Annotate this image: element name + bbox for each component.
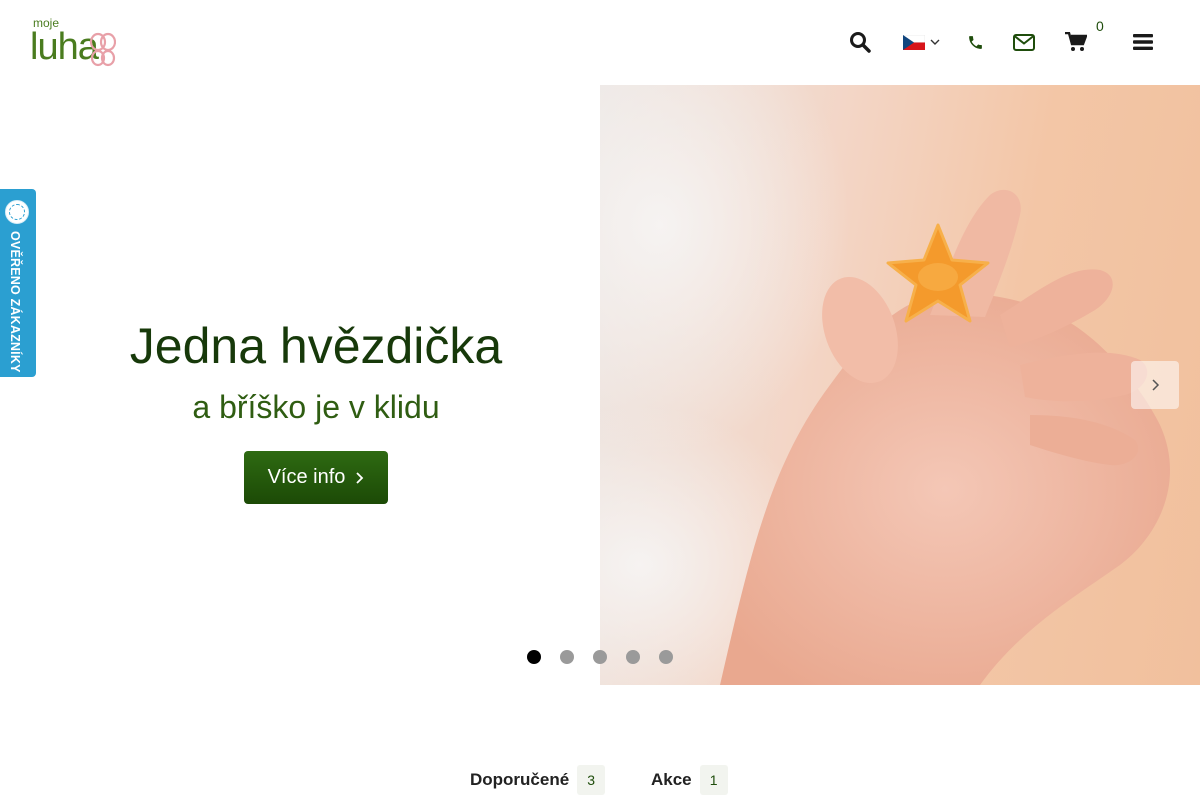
chevron-right-icon [1152,379,1160,391]
czech-flag-icon [903,34,925,50]
tab-count: 3 [577,765,606,795]
phone-button[interactable] [964,30,986,54]
chevron-down-icon [930,39,940,45]
tab-sale[interactable]: Akce 1 [651,765,728,795]
chevron-right-icon [356,471,364,484]
slider-dot[interactable] [626,650,640,664]
hamburger-menu-icon [1133,34,1153,50]
tab-recommended[interactable]: Doporučené 3 [470,765,606,795]
hero-image [600,85,1200,685]
cart-button[interactable] [1063,30,1089,54]
more-info-button-label: Více info [267,466,346,488]
tab-count: 1 [699,765,728,795]
phone-icon [968,35,982,49]
search-button[interactable] [848,30,872,54]
cart-icon [1065,32,1087,51]
hero-slider: Jedna hvězdička a bříško je v klidu Více… [0,85,1200,685]
tab-label: Doporučené [470,770,570,789]
search-icon [850,32,871,53]
verified-customers-badge[interactable]: OVĚŘENO ZÁKAZNÍKY [0,189,36,377]
email-button[interactable] [1012,30,1036,54]
slider-pagination [527,650,673,664]
slider-dot[interactable] [527,650,541,664]
menu-button[interactable] [1132,30,1154,54]
hero-title: Jedna hvězdička [129,318,503,374]
slider-dot[interactable] [593,650,607,664]
hero-subtitle: a bříško je v klidu [192,389,440,425]
butterfly-logo-icon [90,32,116,67]
slider-next-button[interactable] [1131,361,1179,409]
logo-main-text: luha [30,26,99,68]
site-header: moje luha 0 [0,0,1200,85]
envelope-icon [1013,33,1035,51]
more-info-button[interactable]: Více info [244,451,388,504]
tab-label: Akce [651,770,692,789]
language-selector[interactable] [902,30,942,54]
logo[interactable]: moje luha [30,16,120,72]
slider-dot[interactable] [560,650,574,664]
cart-count: 0 [1096,18,1104,34]
product-tabs: Doporučené 3 Akce 1 [0,765,1200,800]
slider-dot[interactable] [659,650,673,664]
verified-seal-icon [5,200,29,224]
verified-badge-label: OVĚŘENO ZÁKAZNÍKY [8,231,22,373]
hand-with-gummy-star-image [600,85,1171,685]
